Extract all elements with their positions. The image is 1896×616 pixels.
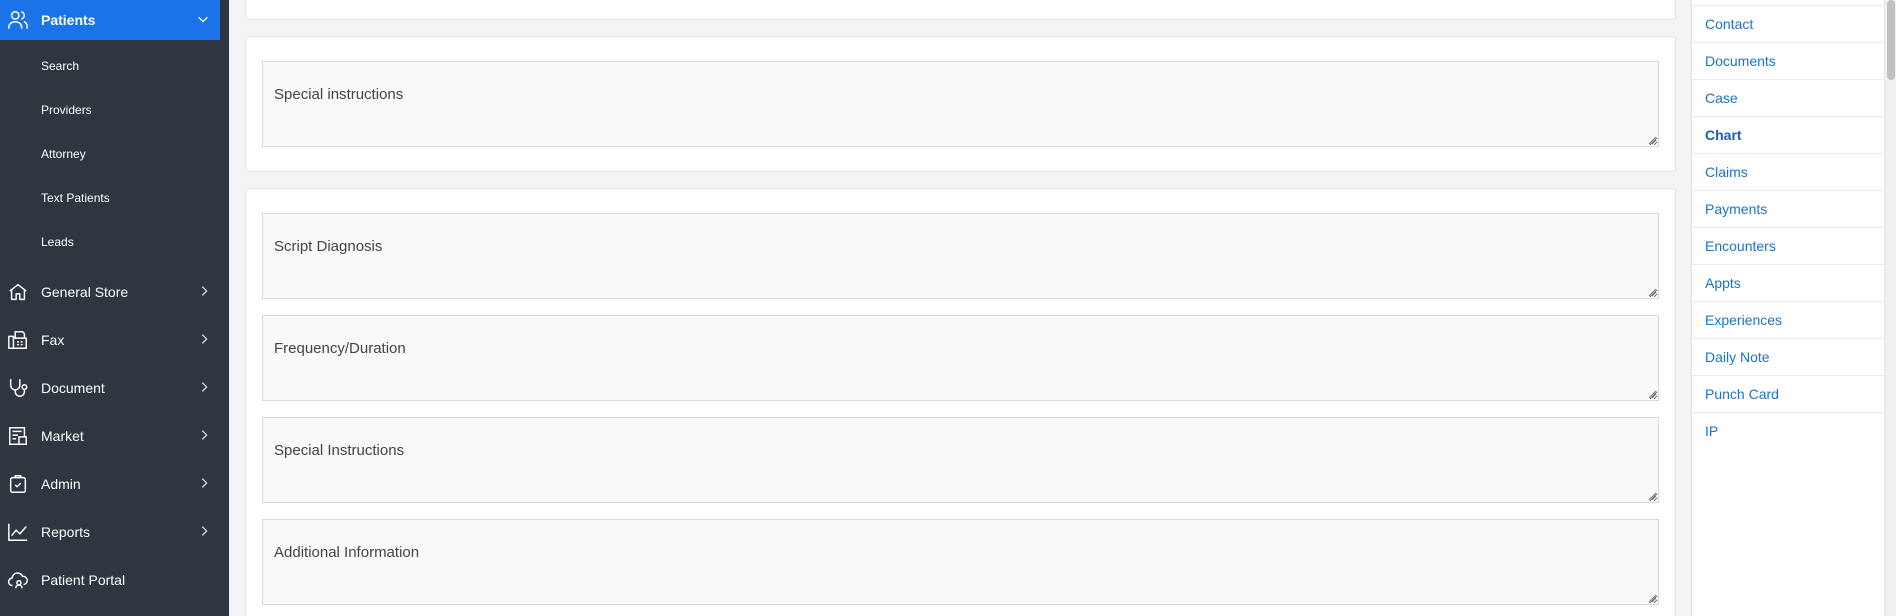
sidebar-subitem-label: Search — [41, 59, 80, 73]
scrollbar[interactable] — [1884, 0, 1896, 616]
sidebar-subitem-text-patients[interactable]: Text Patients — [0, 178, 229, 218]
tab-contact[interactable]: Contact — [1692, 6, 1896, 43]
card-top-partial — [245, 0, 1676, 20]
additional-information-textarea[interactable] — [262, 519, 1659, 605]
sidebar-item-label: Reports — [41, 524, 91, 540]
fax-icon — [7, 329, 29, 351]
sidebar-subitem-attorney[interactable]: Attorney — [0, 134, 229, 174]
frequency-duration-textarea[interactable] — [262, 315, 1659, 401]
sidebar-item-label: Patient Portal — [41, 572, 126, 588]
tab-appts[interactable]: Appts — [1692, 265, 1896, 302]
script-diagnosis-field-wrap — [262, 213, 1659, 299]
tab-label: Encounters — [1705, 238, 1776, 254]
sidebar-subitem-label: Text Patients — [41, 191, 110, 205]
sidebar-subitem-label: Providers — [41, 103, 92, 117]
sidebar-subitem-providers[interactable]: Providers — [0, 90, 229, 130]
right-tab-panel: Contact Documents Case Chart Claims Paym… — [1691, 0, 1896, 616]
tab-label: Chart — [1705, 127, 1742, 143]
tab-label: Appts — [1705, 275, 1741, 291]
tab-label: Case — [1705, 90, 1738, 106]
sidebar-subitem-leads[interactable]: Leads — [0, 222, 229, 262]
sidebar-item-reports[interactable]: Reports — [0, 512, 229, 552]
sidebar-item-fax[interactable]: Fax — [0, 320, 229, 360]
stethoscope-icon — [7, 377, 29, 399]
market-icon — [7, 425, 29, 447]
tab-label: Daily Note — [1705, 349, 1770, 365]
sidebar-item-market[interactable]: Market — [0, 416, 229, 456]
special-instructions-textarea[interactable] — [262, 61, 1659, 147]
sidebar-item-patients[interactable]: Patients — [0, 0, 220, 40]
sidebar-item-label: Admin — [41, 476, 81, 492]
sidebar-item-label: Fax — [41, 332, 65, 348]
chevron-right-icon — [197, 380, 211, 394]
script-card — [245, 188, 1676, 616]
special-instructions-card — [245, 36, 1676, 172]
scrollbar-thumb[interactable] — [1887, 0, 1895, 80]
sidebar-item-general-store[interactable]: General Store — [0, 272, 229, 312]
tab-daily-note[interactable]: Daily Note — [1692, 339, 1896, 376]
chevron-down-icon — [196, 12, 210, 26]
tab-label: Punch Card — [1705, 386, 1779, 402]
sidebar-item-label: Document — [41, 380, 105, 396]
main-content — [229, 0, 1690, 616]
home-icon — [7, 281, 29, 303]
tab-experiences[interactable]: Experiences — [1692, 302, 1896, 339]
tab-label: Experiences — [1705, 312, 1783, 328]
sidebar-item-admin[interactable]: Admin — [0, 464, 229, 504]
chart-line-icon — [7, 521, 29, 543]
tab-case[interactable]: Case — [1692, 80, 1896, 117]
tab-label: IP — [1705, 423, 1719, 439]
special-instructions-field-wrap — [262, 61, 1659, 147]
app-window: Patients Search Providers Attorney Text … — [0, 0, 1896, 616]
tab-encounters[interactable]: Encounters — [1692, 228, 1896, 265]
tab-payments[interactable]: Payments — [1692, 191, 1896, 228]
special-instructions-2-textarea[interactable] — [262, 417, 1659, 503]
additional-information-field-wrap — [262, 519, 1659, 605]
chevron-right-icon — [197, 476, 211, 490]
special-instructions-2-field-wrap — [262, 417, 1659, 503]
tab-label: Claims — [1705, 164, 1748, 180]
chevron-right-icon — [197, 284, 211, 298]
frequency-duration-field-wrap — [262, 315, 1659, 401]
sidebar-item-patient-portal[interactable]: Patient Portal — [0, 560, 229, 600]
script-diagnosis-textarea[interactable] — [262, 213, 1659, 299]
sidebar-subitem-label: Leads — [41, 235, 74, 249]
tab-punch-card[interactable]: Punch Card — [1692, 376, 1896, 413]
tab-chart[interactable]: Chart — [1692, 117, 1896, 154]
chevron-right-icon — [197, 428, 211, 442]
sidebar: Patients Search Providers Attorney Text … — [0, 0, 229, 616]
cloud-user-icon — [7, 569, 29, 591]
sidebar-item-label: Market — [41, 428, 84, 444]
tab-label: Contact — [1705, 16, 1754, 32]
tab-claims[interactable]: Claims — [1692, 154, 1896, 191]
tab-label: Documents — [1705, 53, 1776, 69]
users-icon — [7, 9, 29, 31]
chevron-right-icon — [197, 524, 211, 538]
clipboard-icon — [7, 473, 29, 495]
tab-ip[interactable]: IP — [1692, 413, 1896, 450]
sidebar-item-label: General Store — [41, 284, 129, 300]
tab-documents[interactable]: Documents — [1692, 43, 1896, 80]
tab-label: Payments — [1705, 201, 1768, 217]
sidebar-subitem-search[interactable]: Search — [0, 46, 229, 86]
sidebar-item-label: Patients — [41, 12, 96, 28]
chevron-right-icon — [197, 332, 211, 346]
sidebar-subitem-label: Attorney — [41, 147, 86, 161]
sidebar-item-document[interactable]: Document — [0, 368, 229, 408]
